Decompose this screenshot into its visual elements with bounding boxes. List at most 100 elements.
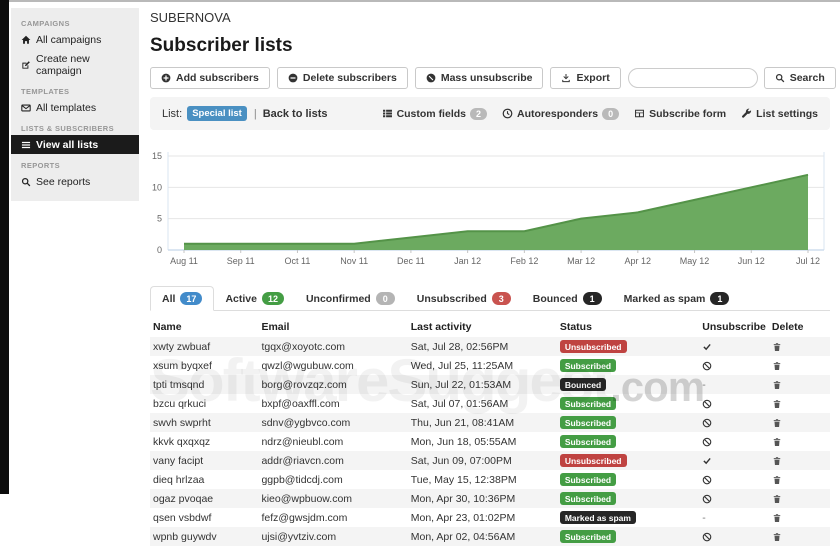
cell-name: bzcu qrkuci	[153, 397, 207, 410]
tab-active[interactable]: Active 12	[214, 287, 295, 310]
tab-all[interactable]: All 17	[150, 286, 215, 311]
list-settings-action[interactable]: List settings	[741, 108, 818, 120]
delete-row-action[interactable]	[772, 380, 827, 390]
table-row: xsum byqxef qwzl@wgubuw.com Wed, Jul 25,…	[150, 356, 830, 375]
unsubscribe-action[interactable]	[702, 418, 766, 428]
cell-last-activity: Mon, Apr 23, 01:02PM	[410, 511, 516, 524]
cell-email: ggpb@tidcdj.com	[261, 473, 343, 486]
unsubscribe-action[interactable]	[702, 342, 766, 352]
delete-subscribers-button[interactable]: Delete subscribers	[276, 67, 408, 89]
tab-label: Bounced	[532, 292, 578, 305]
cell-last-activity: Mon, Apr 30, 10:36PM	[410, 492, 516, 505]
action-label: Autoresponders	[517, 107, 599, 120]
sidebar-section-label: REPORTS	[21, 161, 61, 170]
table-row: swvh swprht sdnv@ygbvco.com Thu, Jun 21,…	[150, 413, 830, 432]
status-badge: Marked as spam	[559, 511, 636, 524]
custom-fields-action[interactable]: Custom fields 2	[382, 107, 488, 120]
delete-row-action[interactable]	[772, 342, 827, 352]
sidebar-item-view-all-lists[interactable]: View all lists	[11, 135, 139, 154]
svg-text:Mar 12: Mar 12	[567, 256, 595, 266]
unsubscribe-action[interactable]	[702, 361, 766, 371]
svg-text:Sep 11: Sep 11	[227, 256, 255, 266]
cell-last-activity: Mon, Jun 18, 05:55AM	[410, 435, 517, 448]
unsubscribe-action: -	[702, 379, 706, 391]
delete-row-action[interactable]	[772, 513, 827, 523]
subscribe-form-action[interactable]: Subscribe form	[634, 108, 726, 120]
search-button[interactable]: Search	[763, 67, 836, 89]
cell-name: qsen vsbdwf	[153, 511, 212, 524]
ban-icon	[702, 437, 766, 447]
ban-circle-icon	[426, 73, 436, 83]
unsubscribe-action[interactable]	[702, 475, 766, 485]
unsubscribe-action[interactable]	[702, 532, 766, 542]
delete-row-action[interactable]	[772, 437, 827, 447]
delete-row-action[interactable]	[772, 475, 827, 485]
edit-icon	[21, 60, 31, 70]
search-input[interactable]	[627, 68, 758, 88]
tab-marked-as-spam[interactable]: Marked as spam 1	[613, 287, 741, 310]
sidebar-item-all-templates[interactable]: All templates	[11, 98, 139, 117]
count-badge: 0	[602, 107, 620, 120]
table-row: kkvk qxqxqz ndrz@nieubl.com Mon, Jun 18,…	[150, 432, 830, 451]
column-header-name: Name	[153, 321, 182, 333]
search-icon	[21, 177, 31, 187]
cell-last-activity: Sat, Jun 09, 07:00PM	[410, 454, 512, 467]
tab-unsubscribed[interactable]: Unsubscribed 3	[406, 287, 522, 310]
tab-unconfirmed[interactable]: Unconfirmed 0	[295, 287, 406, 310]
trash-icon	[772, 361, 827, 371]
sidebar-item-see-reports[interactable]: See reports	[11, 172, 139, 191]
table-row: xwty zwbuaf tgqx@xoyotc.com Sat, Jul 28,…	[150, 337, 830, 356]
svg-text:Oct 11: Oct 11	[285, 256, 311, 266]
delete-row-action[interactable]	[772, 494, 827, 504]
cell-last-activity: Sat, Jul 28, 02:56PM	[410, 340, 509, 353]
unsubscribe-action[interactable]	[702, 456, 766, 466]
cell-email: sdnv@ygbvco.com	[261, 416, 351, 429]
action-label: List settings	[756, 107, 818, 120]
svg-text:May 12: May 12	[680, 256, 710, 266]
delete-row-action[interactable]	[772, 399, 827, 409]
sidebar-item-create-new-campaign[interactable]: Create new campaign	[11, 49, 139, 80]
status-badge: Subscribed	[559, 435, 617, 448]
cell-email: kieo@wpbuow.com	[261, 492, 353, 505]
status-badge: Unsubscribed	[559, 454, 627, 467]
delete-row-action[interactable]	[772, 532, 827, 542]
column-header-email: Email	[261, 321, 290, 333]
ban-icon	[702, 399, 766, 409]
sidebar-item-all-campaigns[interactable]: All campaigns	[11, 30, 139, 49]
svg-text:Aug 11: Aug 11	[170, 256, 198, 266]
unsubscribe-action[interactable]	[702, 399, 766, 409]
sidebar-item-label: All campaigns	[36, 33, 102, 46]
unsubscribe-action[interactable]	[702, 494, 766, 504]
th-list-icon	[382, 108, 393, 119]
action-label: Subscribe form	[649, 107, 727, 120]
add-subscribers-button[interactable]: Add subscribers	[150, 67, 270, 89]
tab-label: Active	[225, 292, 257, 305]
main-content: SUBERNOVA Subscriber lists Add subscribe…	[150, 10, 836, 546]
tab-count-badge: 12	[261, 292, 284, 305]
autoresponders-action[interactable]: Autoresponders 0	[502, 107, 620, 120]
column-header-status: Status	[559, 321, 592, 333]
table-icon	[634, 108, 645, 119]
tab-count-badge: 3	[491, 292, 511, 305]
unsubscribe-action[interactable]	[702, 437, 766, 447]
top-border-line	[0, 0, 840, 2]
button-label: Search	[789, 72, 825, 84]
wrench-icon	[741, 108, 752, 119]
delete-row-action[interactable]	[772, 418, 827, 428]
tab-label: All	[162, 292, 176, 305]
ban-icon	[702, 494, 766, 504]
export-button[interactable]: Export	[550, 67, 621, 89]
cell-name: xwty zwbuaf	[153, 340, 211, 353]
cell-last-activity: Tue, May 15, 12:38PM	[410, 473, 517, 486]
cell-email: qwzl@wgubuw.com	[261, 359, 354, 372]
status-badge: Subscribed	[559, 397, 617, 410]
back-to-lists-link[interactable]: Back to lists	[263, 108, 328, 120]
svg-text:Jul 12: Jul 12	[796, 256, 820, 266]
mass-unsubscribe-button[interactable]: Mass unsubscribe	[414, 67, 544, 89]
table-row: dieq hrlzaa ggpb@tidcdj.com Tue, May 15,…	[150, 470, 830, 489]
delete-row-action[interactable]	[772, 361, 827, 371]
delete-row-action[interactable]	[772, 456, 827, 466]
button-label: Mass unsubscribe	[440, 72, 533, 84]
tab-bounced[interactable]: Bounced 1	[522, 287, 613, 310]
button-label: Add subscribers	[176, 72, 259, 84]
